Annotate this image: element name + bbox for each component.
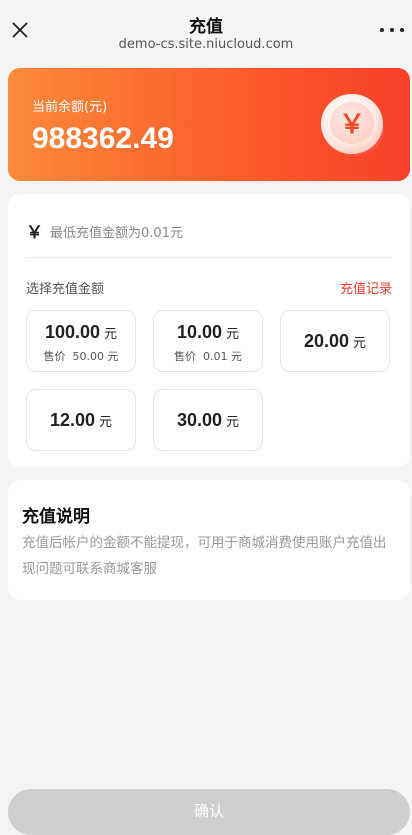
coin-symbol: ￥	[339, 110, 365, 140]
page-url: demo-cs.site.niucloud.com	[118, 37, 294, 52]
amount-option[interactable]: 12.00 元	[26, 389, 136, 451]
explanation-text: 充值后帐户的金额不能提现，可用于商城消费使用账户充值出现问题可联系商城客服	[22, 535, 387, 577]
nav-bar: 充值 demo-cs.site.niucloud.com	[0, 0, 412, 60]
amount-option[interactable]: 10.00 元 售价 0.01 元	[153, 310, 263, 372]
balance-amount: 988362.49	[32, 122, 174, 155]
recharge-explanation: 充值说明 充值后帐户的金额不能提现，可用于商城消费使用账户充值出现问题可联系商城…	[8, 480, 410, 600]
option-unit: 元	[99, 414, 113, 429]
amount-input[interactable]: 最低充值金额为0.01元	[50, 222, 183, 241]
option-price-label: 售价	[174, 350, 196, 363]
option-price: 0.01 元	[203, 350, 242, 363]
amount-option[interactable]: 100.00 元 售价 50.00 元	[26, 310, 136, 372]
option-price: 50.00 元	[72, 350, 119, 363]
amount-option[interactable]: 20.00 元	[280, 310, 390, 372]
confirm-button[interactable]: 确认	[8, 789, 410, 835]
more-icon[interactable]	[380, 20, 404, 40]
option-amount: 100.00	[44, 322, 101, 342]
option-amount: 10.00	[176, 322, 223, 342]
currency-symbol: ￥	[26, 223, 43, 243]
coin-icon: ￥	[321, 94, 384, 156]
recharge-panel: ￥ 最低充值金额为0.01元 选择充值金额 充值记录 100.00 元 售价 50…	[8, 194, 410, 467]
page-title: 充值	[189, 17, 223, 37]
explanation-title: 充值说明	[22, 507, 90, 527]
option-unit: 元	[226, 414, 240, 429]
option-amount: 20.00	[303, 331, 350, 351]
option-amount: 30.00	[176, 410, 223, 430]
option-unit: 元	[226, 326, 240, 341]
option-price-label: 售价	[43, 350, 66, 363]
amount-option[interactable]: 30.00 元	[153, 389, 263, 451]
balance-label: 当前余额(元)	[32, 100, 108, 115]
option-unit: 元	[104, 326, 118, 341]
balance-card: 当前余额(元) 988362.49 ￥	[8, 68, 410, 181]
recharge-record-link[interactable]: 充值记录	[340, 278, 392, 297]
select-amount-label: 选择充值金额	[26, 282, 105, 297]
option-unit: 元	[353, 335, 367, 350]
option-amount: 12.00	[49, 410, 96, 430]
amount-input-row[interactable]: ￥ 最低充值金额为0.01元	[26, 194, 392, 258]
